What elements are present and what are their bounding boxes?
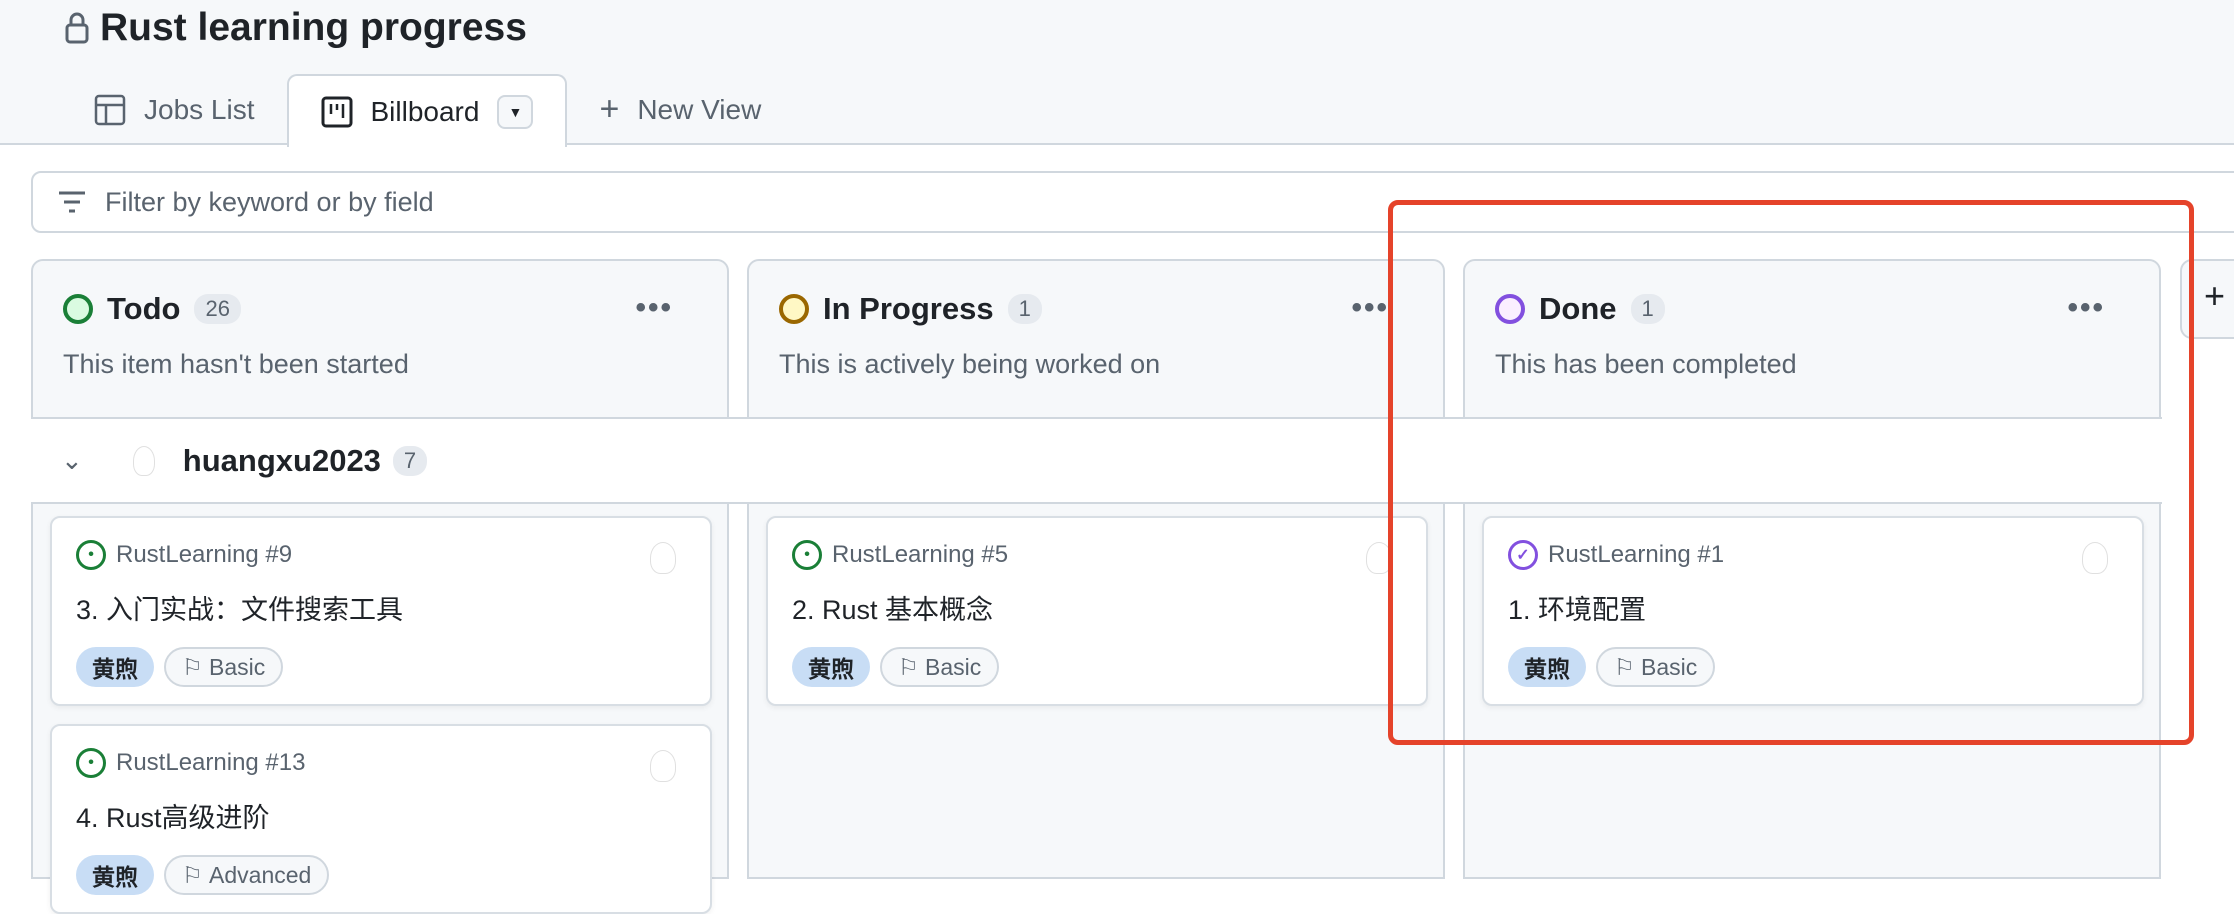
issue-card[interactable]: ✓ RustLearning #1 1. 环境配置 黄煦 ⚐ Basic: [1482, 516, 2144, 706]
status-circle-icon: [1495, 294, 1525, 324]
group-row: ⌄ huangxu2023 7: [31, 417, 2162, 504]
column-description: This has been completed: [1495, 349, 1797, 379]
table-icon: [94, 94, 126, 125]
avatar: [132, 445, 155, 476]
card-repo[interactable]: RustLearning #13: [116, 749, 305, 777]
issue-card[interactable]: • RustLearning #13 4. Rust高级进阶 黄煦 ⚐ Advanc…: [50, 724, 712, 914]
filter-input[interactable]: Filter by keyword or by field: [31, 171, 2234, 233]
column-title: Todo: [107, 291, 181, 326]
card-repo[interactable]: RustLearning #5: [832, 541, 1008, 569]
tab-label: Jobs List: [144, 93, 255, 125]
level-label: Basic: [925, 653, 982, 680]
status-circle-icon: [779, 294, 809, 324]
tab-billboard[interactable]: Billboard ▼: [286, 74, 568, 147]
milestone-icon: ⚐: [898, 653, 926, 680]
level-label: Advanced: [209, 861, 312, 888]
tab-jobs-list[interactable]: Jobs List: [62, 74, 287, 145]
level-label: Basic: [209, 653, 266, 680]
card-title[interactable]: 2. Rust 基本概念: [792, 588, 1402, 627]
project-title: Rust learning progress: [64, 6, 527, 50]
column-description: This is actively being worked on: [779, 349, 1161, 379]
status-circle-icon: [63, 294, 93, 324]
project-header: Rust learning progress Jobs List Billboa…: [0, 0, 2234, 147]
lock-icon: [65, 12, 89, 44]
column-count: 1: [1007, 294, 1042, 324]
card-repo[interactable]: RustLearning #1: [1548, 541, 1724, 569]
issue-card[interactable]: • RustLearning #5 2. Rust 基本概念 黄煦 ⚐ Basic: [766, 516, 1428, 706]
chevron-down-icon[interactable]: ⌄: [61, 445, 83, 476]
column-description: This item hasn't been started: [63, 349, 409, 379]
view-options-dropdown[interactable]: ▼: [497, 94, 534, 129]
assignee-label: 黄煦: [792, 647, 870, 687]
column-title: In Progress: [823, 291, 994, 326]
new-view-button[interactable]: + New View: [567, 74, 793, 145]
assignee-label: 黄煦: [76, 855, 154, 895]
issue-open-icon: •: [76, 748, 106, 778]
avatar: [650, 750, 676, 782]
add-column-button[interactable]: +: [2180, 259, 2234, 339]
view-tabs: Jobs List Billboard ▼ + New View: [62, 74, 793, 147]
issue-card[interactable]: • RustLearning #9 3. 入门实战：文件搜索工具 黄煦 ⚐ Basi…: [50, 516, 712, 706]
milestone-icon: ⚐: [1614, 653, 1642, 680]
tab-label: Billboard: [370, 95, 480, 127]
card-title[interactable]: 3. 入门实战：文件搜索工具: [76, 588, 686, 627]
group-count: 7: [392, 445, 428, 476]
assignee-label: 黄煦: [76, 647, 154, 687]
issue-open-icon: •: [792, 540, 822, 570]
plus-icon: +: [599, 90, 620, 128]
avatar: [1366, 542, 1392, 574]
issue-closed-check-icon: ✓: [1508, 540, 1538, 570]
filter-icon: [59, 191, 85, 213]
assignee-label: 黄煦: [1508, 647, 1586, 687]
avatar: [650, 542, 676, 574]
title-text: Rust learning progress: [100, 6, 527, 49]
filter-placeholder: Filter by keyword or by field: [105, 186, 434, 217]
milestone-icon: ⚐: [182, 861, 210, 888]
group-name: huangxu2023: [182, 442, 381, 478]
milestone-icon: ⚐: [182, 653, 210, 680]
column-count: 1: [1630, 294, 1665, 324]
column-title: Done: [1539, 291, 1617, 326]
column-count: 26: [194, 294, 241, 324]
card-title[interactable]: 1. 环境配置: [1508, 588, 2118, 627]
more-options-icon[interactable]: •••: [1351, 291, 1389, 325]
card-title[interactable]: 4. Rust高级进阶: [76, 796, 686, 835]
tab-label: New View: [637, 93, 762, 125]
level-label: Basic: [1641, 653, 1698, 680]
more-options-icon[interactable]: •••: [635, 291, 673, 325]
more-options-icon[interactable]: •••: [2067, 291, 2105, 325]
card-repo[interactable]: RustLearning #9: [116, 541, 292, 569]
board-icon: [321, 96, 352, 127]
avatar: [2082, 542, 2108, 574]
issue-open-icon: •: [76, 540, 106, 570]
